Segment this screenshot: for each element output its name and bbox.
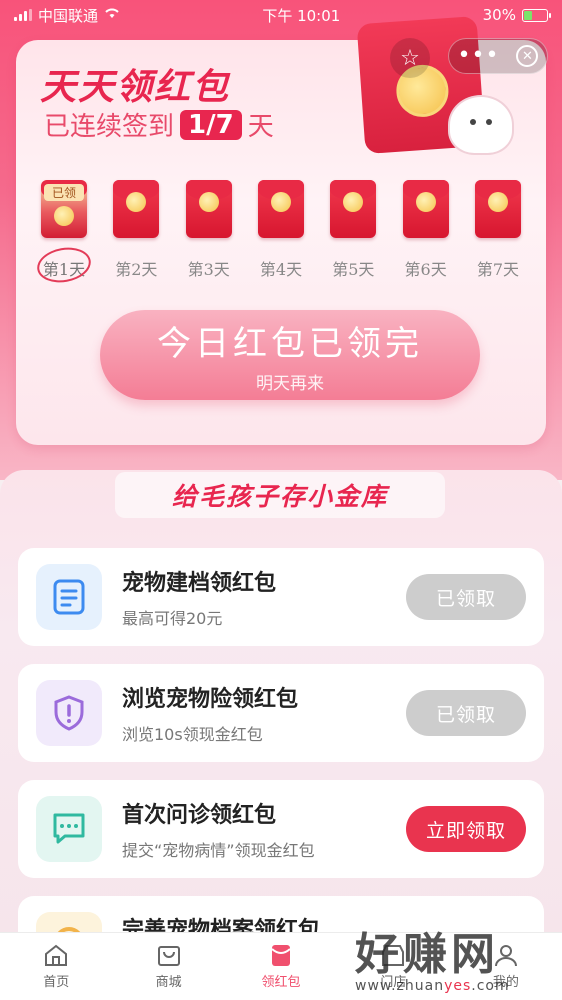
streak-suffix: 天 [247,112,274,142]
day-item-4[interactable]: 第4天 [253,180,309,280]
day-item-7[interactable]: 第7天 [470,180,526,280]
claimed-button[interactable]: 已领取 [406,690,526,736]
day-label: 第4天 [259,260,303,279]
day-label: 第5天 [332,260,375,279]
shop-icon [157,946,180,966]
task-card-pet-insurance[interactable]: 浏览宠物险领红包 浏览10s领现金红包 已领取 [18,664,544,762]
watermark-url-pre: www.zhuan [355,978,445,994]
red-envelope-icon [330,180,377,238]
task-card-first-consult[interactable]: 首次问诊领红包 提交“宠物病情”领现金红包 立即领取 [18,780,544,878]
task-title: 宠物建档领红包 [122,571,277,596]
claimed-today-label: 今日红包已领完 [157,324,423,364]
red-envelope-icon [113,180,160,238]
task-desc: 浏览10s领现金红包 [122,725,263,744]
day-label: 第6天 [404,260,447,279]
chat-icon [36,796,102,862]
red-envelope-icon [257,180,304,238]
miniprogram-capsule: ••• ✕ [448,38,548,74]
streak-badge: 1/7 [180,109,242,140]
shield-alert-icon [36,680,102,746]
red-envelope-icon [402,180,449,238]
tab-shop[interactable]: 商城 [112,933,224,1000]
come-back-tomorrow-label: 明天再来 [256,374,324,394]
watermark-text: 好赚网 [355,929,499,980]
red-envelope-icon [185,180,232,238]
day-label: 第3天 [187,260,230,279]
claimed-today-button[interactable]: 今日红包已领完 明天再来 [100,310,480,400]
red-envelope-icon: 已领 [41,180,87,238]
document-icon [36,564,102,630]
claimed-button[interactable]: 已领取 [406,574,526,620]
checkin-title: 天天领红包 [40,67,231,108]
task-title: 浏览宠物险领红包 [122,687,299,712]
signal-icon [14,9,32,21]
more-icon[interactable]: ••• [458,45,500,67]
day-item-1[interactable]: 已领 第1天 [34,180,94,287]
day-item-5[interactable]: 第5天 [325,180,381,280]
red-envelope-icon [474,180,521,238]
status-bar: 中国联通 下午 10:01 30% [0,0,562,30]
tab-label: 领红包 [261,975,301,990]
task-desc: 提交“宠物病情”领现金红包 [122,841,315,860]
day-item-6[interactable]: 第6天 [398,180,454,280]
watermark-url-highlight: yes [444,978,472,994]
tab-label: 商城 [155,975,182,990]
claimed-tag: 已领 [44,184,84,201]
today-circle-mark [34,243,94,287]
day-item-2[interactable]: 第2天 [108,180,164,280]
task-desc: 最高可得20元 [122,609,223,628]
streak-prefix: 已连续签到 [44,112,175,142]
day-list: 已领 第1天 第2天 第3天 第4天 第5天 第6天 第7天 [34,180,526,287]
home-icon [45,944,68,966]
watermark-logo: 好赚网 www.zhuanyes.com [355,918,555,998]
day-label: 第7天 [476,260,520,279]
battery-icon [521,8,551,22]
claim-now-button[interactable]: 立即领取 [406,806,526,852]
cat-mascot-image [448,95,514,155]
watermark-url-post: .com [471,978,510,994]
day-label: 第2天 [115,260,158,279]
section-title: 给毛孩子存小金库 [115,472,445,518]
tab-red-envelope[interactable]: 领红包 [225,933,337,1000]
wifi-icon [104,7,120,23]
tab-home[interactable]: 首页 [0,933,112,1000]
clock: 下午 10:01 [262,6,341,25]
tab-label: 首页 [43,975,70,990]
close-icon[interactable]: ✕ [516,45,539,67]
red-envelope-icon [271,945,291,966]
checkin-card: 天天领红包 已连续签到 1/7 天 已领 第1天 第2天 第3天 第4天 第5天… [16,15,546,445]
checkin-streak: 已连续签到 1/7 天 [44,106,274,143]
battery-percent: 30% [482,6,516,24]
star-icon[interactable]: ☆ [390,38,430,78]
task-title: 首次问诊领红包 [122,803,277,828]
carrier-name: 中国联通 [38,6,99,25]
task-card-pet-profile[interactable]: 宠物建档领红包 最高可得20元 已领取 [18,548,544,646]
day-item-3[interactable]: 第3天 [181,180,237,280]
